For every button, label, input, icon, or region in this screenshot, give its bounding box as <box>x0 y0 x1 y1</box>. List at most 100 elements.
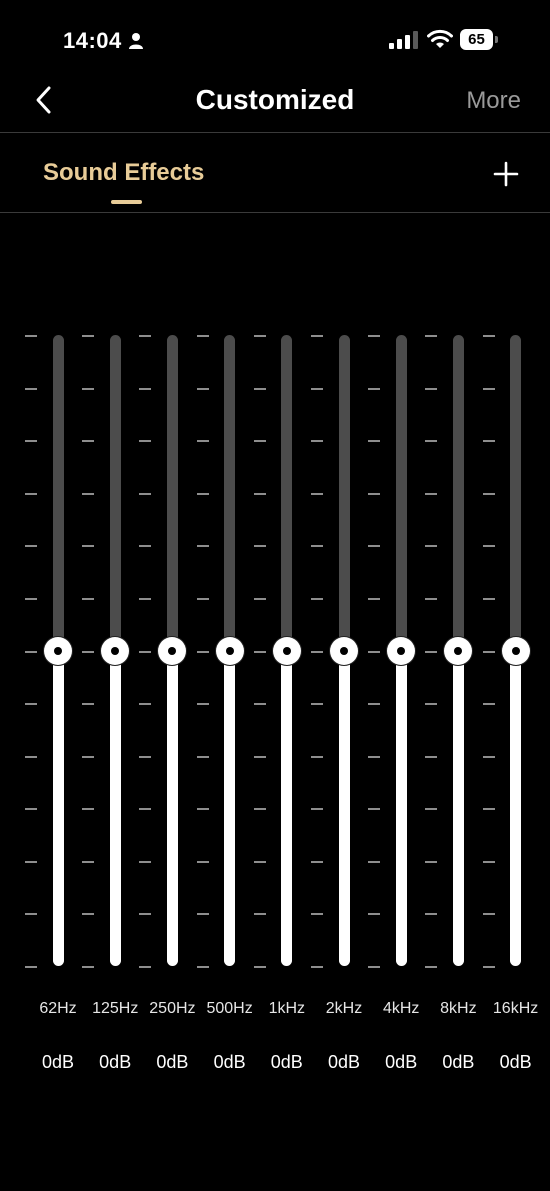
frequency-label: 4kHz <box>382 1000 420 1017</box>
scale-tick <box>253 755 266 758</box>
scale-tick <box>82 597 95 600</box>
scale-tick <box>311 966 323 968</box>
slider-fill <box>452 650 464 966</box>
scale-tick <box>139 545 152 548</box>
scale-tick <box>368 703 381 706</box>
scale-tick <box>425 440 438 443</box>
scale-tick <box>139 913 152 916</box>
scale-tick <box>425 913 438 916</box>
battery-level: 65 <box>460 29 493 50</box>
eq-band <box>82 320 138 980</box>
frequency-label: 2kHz <box>325 1000 363 1017</box>
scale-tick <box>368 545 381 548</box>
scale-tick <box>425 335 438 337</box>
eq-band <box>425 320 481 980</box>
gain-label: 0dB <box>327 1052 361 1072</box>
scale-tick <box>368 966 381 968</box>
eq-band <box>311 320 367 980</box>
scale-tick <box>253 492 266 495</box>
scale-tick <box>311 387 323 390</box>
scale-tick <box>311 440 323 443</box>
scale-tick <box>425 597 438 600</box>
scale-tick <box>196 966 209 968</box>
scale-tick <box>139 703 152 706</box>
slider-fill <box>109 650 121 966</box>
scale-tick <box>253 440 266 443</box>
scale-tick <box>253 335 266 337</box>
gain-label: 0dB <box>99 1052 132 1072</box>
slider-thumb[interactable] <box>501 636 530 665</box>
scale-tick <box>139 808 152 811</box>
slider-fill <box>281 650 293 966</box>
scale-tick <box>196 440 209 443</box>
scale-tick <box>482 755 495 758</box>
scale-tick <box>82 387 95 390</box>
slider-fill <box>338 650 350 966</box>
scale-tick <box>196 755 209 758</box>
slider-thumb[interactable] <box>272 636 301 665</box>
slider-thumb[interactable] <box>444 636 473 665</box>
scale-tick <box>82 860 95 863</box>
scale-tick <box>196 860 209 863</box>
slider-thumb[interactable] <box>330 636 358 665</box>
scale-tick <box>25 387 37 390</box>
scale-tick <box>425 703 438 706</box>
scale-tick <box>196 492 209 495</box>
scale-tick <box>482 335 495 337</box>
scale-tick <box>311 492 323 495</box>
more-button[interactable]: More <box>466 87 521 115</box>
scale-tick <box>82 440 95 443</box>
scale-tick <box>311 808 323 811</box>
scale-tick <box>253 913 266 916</box>
scale-tick <box>25 808 37 811</box>
scale-tick <box>311 650 323 653</box>
scale-tick <box>139 966 152 968</box>
eq-band <box>139 320 195 980</box>
scale-tick <box>482 387 495 390</box>
tab-bar: Sound Effects <box>0 133 550 213</box>
scale-tick <box>139 755 152 758</box>
equalizer <box>0 320 550 980</box>
slider-fill <box>510 650 522 966</box>
slider-thumb[interactable] <box>44 636 72 665</box>
frequency-label: 500Hz <box>206 1000 253 1017</box>
wifi-icon <box>427 29 453 48</box>
scale-tick <box>368 808 381 811</box>
scale-tick <box>368 755 381 758</box>
eq-band <box>253 320 310 980</box>
frequency-label: 8kHz <box>440 1000 477 1017</box>
scale-tick <box>311 860 323 863</box>
tab-sound-effects[interactable]: Sound Effects <box>43 159 204 187</box>
battery-icon: 65 <box>460 29 498 50</box>
scale-tick <box>25 650 37 653</box>
scale-tick <box>25 597 37 600</box>
gain-label: 0dB <box>270 1052 303 1072</box>
scale-tick <box>139 440 152 443</box>
scale-tick <box>425 966 438 968</box>
slider-thumb[interactable] <box>215 636 244 665</box>
scale-tick <box>368 492 381 495</box>
status-time: 14:04 <box>63 28 122 53</box>
scale-tick <box>368 860 381 863</box>
scale-tick <box>482 860 495 863</box>
slider-thumb[interactable] <box>101 636 130 665</box>
plus-icon[interactable] <box>493 161 519 187</box>
slider-thumb[interactable] <box>387 636 416 665</box>
slider-fill <box>224 650 236 966</box>
scale-tick <box>482 966 495 968</box>
scale-tick <box>25 755 37 758</box>
scale-tick <box>25 440 37 443</box>
scale-tick <box>482 913 495 916</box>
frequency-label: 1kHz <box>268 1000 306 1017</box>
scale-tick <box>82 703 95 706</box>
scale-tick <box>82 650 95 653</box>
scale-tick <box>482 492 495 495</box>
scale-tick <box>253 545 266 548</box>
scale-tick <box>368 335 381 337</box>
slider-thumb[interactable] <box>158 636 187 665</box>
scale-tick <box>139 650 152 653</box>
scale-tick <box>311 703 323 706</box>
scale-tick <box>425 808 438 811</box>
scale-tick <box>482 440 495 443</box>
scale-tick <box>25 703 37 706</box>
